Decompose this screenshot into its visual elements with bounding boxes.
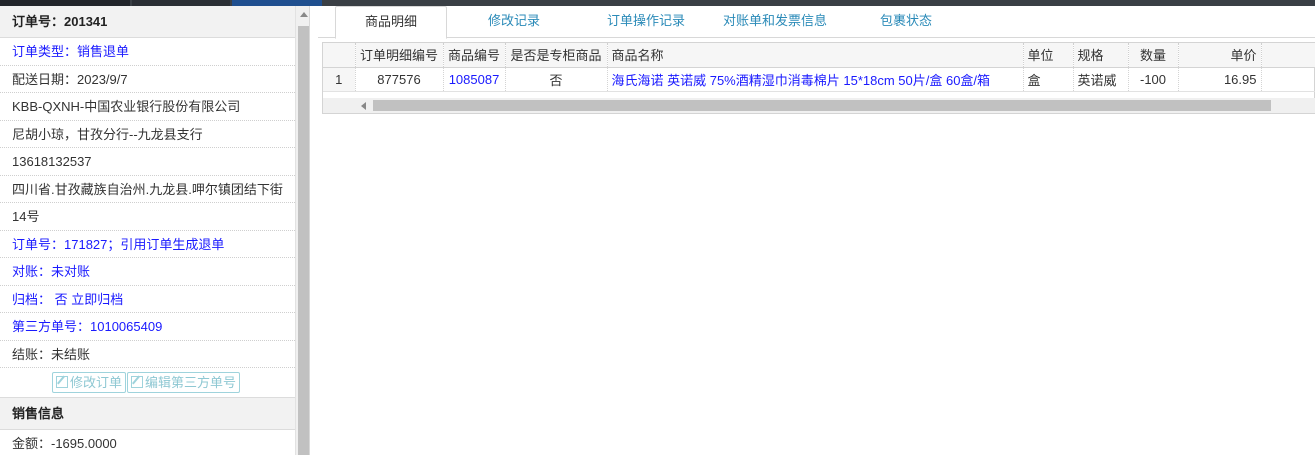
contact-phone: 13618132537	[0, 148, 295, 176]
tab-package-status[interactable]: 包裹状态	[868, 6, 944, 38]
third-party-order-number: 第三方单号：1010065409	[0, 313, 295, 341]
edit-third-party-button[interactable]: 编辑第三方单号	[127, 372, 241, 393]
scroll-left-arrow-icon[interactable]	[361, 102, 366, 110]
product-table: 订单明细编号 商品编号 是否是专柜商品 商品名称 单位 规格 数量 单价 1 8…	[323, 43, 1315, 92]
reconciliation-status: 对账：未对账	[0, 258, 295, 286]
left-panel-scrollbar[interactable]	[295, 6, 309, 455]
detail-tabs: 商品明细 修改记录 订单操作记录 对账单和发票信息 包裹状态	[318, 6, 1315, 39]
column-header[interactable]: 商品名称	[607, 43, 1024, 68]
sales-amount: 金额：-1695.0000	[0, 430, 295, 455]
order-info-panel: 订单号：201341 订单类型：销售退单 配送日期：2023/9/7 KBB-Q…	[0, 6, 310, 455]
column-header[interactable]: 数量	[1128, 43, 1179, 68]
sales-info-header: 销售信息	[0, 398, 295, 430]
edit-order-button[interactable]: 修改订单	[52, 372, 127, 393]
customer-company: KBB-QXNH-中国农业银行股份有限公司	[0, 93, 295, 121]
detail-panel: 商品明细 修改记录 订单操作记录 对账单和发票信息 包裹状态 订单明细编号 商品…	[318, 6, 1315, 455]
scrollbar-thumb[interactable]	[298, 26, 309, 455]
unit-cell: 盒	[1023, 67, 1074, 92]
edit-order-label: 修改订单	[70, 375, 123, 390]
scrollbar-thumb[interactable]	[373, 100, 1271, 111]
column-header[interactable]: 是否是专柜商品	[505, 43, 608, 68]
settlement-status: 结账：未结账	[0, 341, 295, 368]
table-header-row: 订单明细编号 商品编号 是否是专柜商品 商品名称 单位 规格 数量 单价	[323, 43, 1315, 68]
scroll-up-arrow-icon[interactable]	[300, 12, 308, 17]
edit-icon	[56, 376, 68, 388]
quantity-cell: -100	[1128, 67, 1179, 92]
column-header[interactable]: 商品编号	[443, 43, 506, 68]
archive-status[interactable]: 归档： 否 立即归档	[0, 286, 295, 313]
order-type: 订单类型：销售退单	[0, 38, 295, 66]
filler-cell	[1261, 67, 1315, 92]
order-info-content: 订单号：201341 订单类型：销售退单 配送日期：2023/9/7 KBB-Q…	[0, 6, 295, 455]
address-line-2: 14号	[0, 203, 295, 231]
spec-cell: 英诺威	[1073, 67, 1129, 92]
contact-branch: 尼胡小琼，甘孜分行--九龙县支行	[0, 121, 295, 148]
row-number: 1	[323, 67, 356, 92]
address-line-1: 四川省.甘孜藏族自治州.九龙县.呷尔镇团结下街	[0, 176, 295, 203]
product-id-link[interactable]: 1085087	[443, 67, 506, 92]
tab-order-operation-log[interactable]: 订单操作记录	[588, 6, 704, 38]
column-header[interactable]: 规格	[1073, 43, 1129, 68]
product-detail-grid: 订单明细编号 商品编号 是否是专柜商品 商品名称 单位 规格 数量 单价 1 8…	[322, 42, 1315, 114]
counter-product-cell: 否	[505, 67, 608, 92]
order-action-buttons: 修改订单 编辑第三方单号	[0, 368, 295, 398]
column-header[interactable]: 订单明细编号	[355, 43, 444, 68]
edit-third-party-label: 编辑第三方单号	[145, 375, 237, 390]
column-header[interactable]: 单价	[1178, 43, 1262, 68]
row-number-header	[323, 43, 356, 68]
source-order: 订单号：171827；引用订单生成退单	[0, 231, 295, 258]
grid-horizontal-scrollbar[interactable]	[323, 98, 1315, 113]
tab-statement-invoice[interactable]: 对账单和发票信息	[710, 6, 840, 38]
edit-icon	[131, 376, 144, 388]
tab-modification-log[interactable]: 修改记录	[468, 6, 560, 38]
delivery-date: 配送日期：2023/9/7	[0, 66, 295, 93]
price-cell: 16.95	[1178, 67, 1262, 92]
product-name-link[interactable]: 海氏海诺 英诺威 75%酒精湿巾消毒棉片 15*18cm 50片/盒 60盒/箱	[607, 67, 1024, 92]
detail-id-cell: 877576	[355, 67, 444, 92]
table-row[interactable]: 1 877576 1085087 否 海氏海诺 英诺威 75%酒精湿巾消毒棉片 …	[323, 67, 1315, 92]
order-number-header: 订单号：201341	[0, 6, 295, 38]
column-header[interactable]: 单位	[1023, 43, 1074, 68]
tab-product-details[interactable]: 商品明细	[335, 6, 447, 39]
column-header-filler	[1261, 43, 1315, 68]
